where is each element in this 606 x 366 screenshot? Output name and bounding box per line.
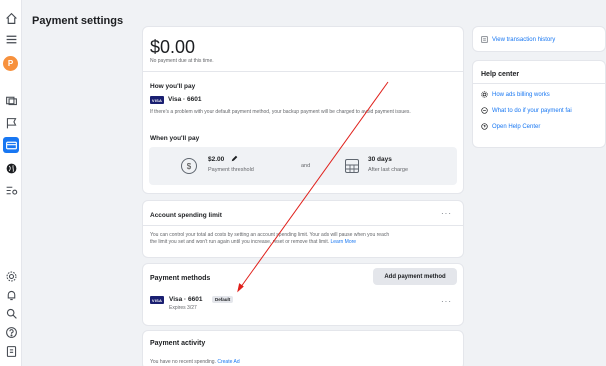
left-icon-rail: P (0, 0, 22, 366)
spending-limit-card: Account spending limit ··· You can contr… (142, 200, 464, 258)
page-title: Payment settings (32, 15, 124, 27)
campaigns-icon[interactable] (3, 92, 19, 108)
billing-schedule-box: $ $2.00 Payment threshold and 30 days Af… (149, 147, 457, 185)
divider (473, 83, 605, 84)
settings-list-icon[interactable] (3, 182, 19, 198)
transactions-card: View transaction history (472, 26, 606, 52)
threshold-label: Payment threshold (208, 167, 254, 173)
report-icon[interactable] (3, 343, 19, 359)
settings-icon (481, 91, 488, 98)
visa-card-icon: VISA (150, 96, 164, 104)
payment-methods-heading: Payment methods (150, 275, 211, 282)
days-value: 30 days (368, 156, 392, 163)
learn-more-link[interactable]: Learn More (331, 239, 357, 245)
avatar[interactable]: P (3, 56, 18, 71)
payment-summary-card: $0.00 No payment due at this time. How y… (142, 26, 464, 194)
how-you-pay-heading: How you'll pay (150, 83, 196, 90)
divider (143, 71, 463, 72)
edit-pencil-icon[interactable] (231, 155, 238, 162)
spending-limit-heading: Account spending limit (150, 212, 222, 219)
default-badge: Default (212, 296, 234, 303)
minus-circle-icon (481, 107, 488, 114)
calendar-icon (345, 159, 359, 173)
payment-activity-card: Payment activity You have no recent spen… (142, 330, 464, 366)
card-expiry: Expires 3/27 (169, 305, 197, 311)
home-icon[interactable] (3, 10, 19, 26)
menu-icon[interactable] (3, 31, 19, 47)
main-canvas: Payment settings $0.00 No payment due at… (22, 0, 606, 366)
payment-activity-heading: Payment activity (150, 340, 206, 347)
help-icon[interactable] (3, 324, 19, 340)
flag-icon[interactable] (3, 115, 19, 131)
help-link-billing[interactable]: How ads billing works (481, 91, 550, 98)
question-icon (481, 123, 488, 130)
spending-limit-more-icon[interactable]: ··· (441, 209, 452, 218)
threshold-value: $2.00 (208, 156, 225, 163)
days-label: After last charge (368, 167, 409, 173)
help-center-card: Help center How ads billing works What t… (472, 60, 606, 148)
balance-amount: $0.00 (150, 37, 196, 57)
dollar-icon: $ (181, 158, 197, 174)
billing-card-icon[interactable] (3, 137, 19, 153)
payment-method-card-label: Visa · 6601 (169, 296, 203, 303)
spending-limit-desc-2: the limit you set and won't run again un… (150, 239, 357, 245)
add-payment-method-button[interactable]: Add payment method (373, 268, 457, 285)
create-ad-link[interactable]: Create Ad (217, 359, 239, 365)
globe-icon[interactable] (3, 160, 19, 176)
help-link-payment-fail[interactable]: What to do if your payment fai (481, 107, 572, 114)
help-link-open-center[interactable]: Open Help Center (481, 123, 540, 130)
visa-card-icon: VISA (150, 296, 164, 304)
view-transaction-history-link[interactable]: View transaction history (481, 36, 555, 43)
payment-method-more-icon[interactable]: ··· (441, 297, 452, 306)
search-icon[interactable] (3, 305, 19, 321)
when-you-pay-heading: When you'll pay (150, 135, 200, 142)
backup-payment-info: If there's a problem with your default p… (150, 109, 411, 115)
divider (143, 225, 463, 226)
gear-icon[interactable] (3, 268, 19, 284)
payment-activity-text: You have no recent spending. Create Ad (150, 359, 240, 365)
receipt-icon (481, 36, 488, 43)
how-you-pay-card-label: Visa · 6601 (168, 96, 202, 103)
bell-icon[interactable] (3, 287, 19, 303)
help-center-heading: Help center (481, 71, 520, 78)
and-connector: and (301, 163, 311, 169)
payment-methods-card: Payment methods Add payment method VISA … (142, 263, 464, 326)
balance-note: No payment due at this time. (150, 58, 214, 64)
spending-limit-desc-1: You can control your total ad costs by s… (150, 232, 390, 238)
